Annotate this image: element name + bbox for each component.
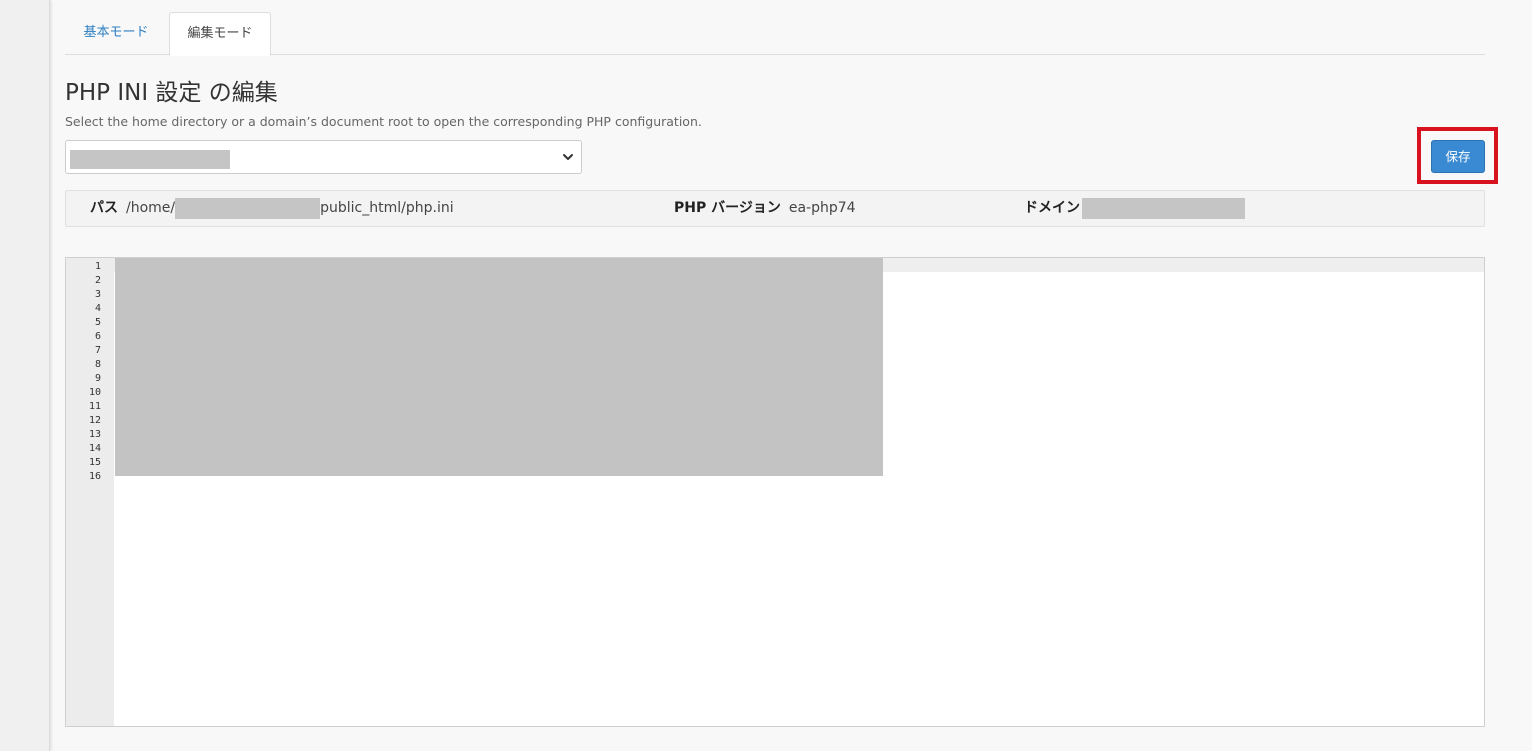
line-number: 5: [94, 317, 101, 328]
tab-editor-mode[interactable]: 編集モード: [169, 12, 271, 56]
path-prefix: /home/: [126, 200, 176, 216]
line-number: 8: [94, 359, 101, 370]
mode-tabs: 基本モード 編集モード: [65, 12, 1485, 56]
line-number: 14: [88, 443, 101, 454]
editor-gutter: 1 2 3 4 5 6 7 8 9 10 11 12 13 14 15 16: [66, 258, 114, 726]
line-number: 1: [94, 261, 101, 272]
config-info-bar: パス/home/public_html/php.ini PHP バージョン ea-…: [65, 190, 1485, 227]
domain-info: ドメイン: [1024, 191, 1245, 226]
save-button[interactable]: 保存: [1431, 140, 1485, 173]
line-number: 15: [88, 457, 101, 468]
line-number: 3: [94, 289, 101, 300]
page-title: PHP INI 設定 の編集: [65, 80, 278, 106]
path-label: パス: [90, 200, 118, 216]
chevron-down-icon: [563, 154, 573, 160]
php-version-value: ea-php74: [788, 200, 856, 216]
line-number: 16: [88, 471, 101, 482]
ini-code-editor[interactable]: 1 2 3 4 5 6 7 8 9 10 11 12 13 14 15 16: [65, 257, 1485, 727]
line-number-list: 1 2 3 4 5 6 7 8 9 10 11 12 13 14 15 16: [66, 260, 101, 484]
path-suffix: public_html/php.ini: [320, 200, 454, 216]
line-number: 12: [88, 415, 101, 426]
line-number: 4: [94, 303, 101, 314]
line-number: 2: [94, 275, 101, 286]
line-number: 6: [94, 331, 101, 342]
tab-basic-mode[interactable]: 基本モード: [65, 12, 167, 55]
line-number: 10: [88, 387, 101, 398]
domain-label: ドメイン: [1024, 200, 1080, 216]
line-number: 9: [94, 373, 101, 384]
line-number: 13: [88, 429, 101, 440]
php-version-label: PHP バージョン: [674, 200, 781, 216]
redacted-select-value: [70, 150, 230, 169]
left-sidebar-rail: [0, 0, 50, 751]
line-number: 7: [94, 345, 101, 356]
directory-select[interactable]: [65, 140, 582, 174]
path-info: パス/home/public_html/php.ini: [90, 191, 454, 226]
line-number: 11: [88, 401, 101, 412]
page-subtitle: Select the home directory or a domain’s …: [65, 114, 702, 129]
redacted-domain: [1082, 197, 1245, 219]
redacted-username: [175, 197, 321, 219]
redacted-code-content: [115, 258, 883, 476]
main-content: 基本モード 編集モード PHP INI 設定 の編集 Select the ho…: [65, 0, 1498, 751]
php-version-info: PHP バージョン ea-php74: [674, 191, 856, 226]
